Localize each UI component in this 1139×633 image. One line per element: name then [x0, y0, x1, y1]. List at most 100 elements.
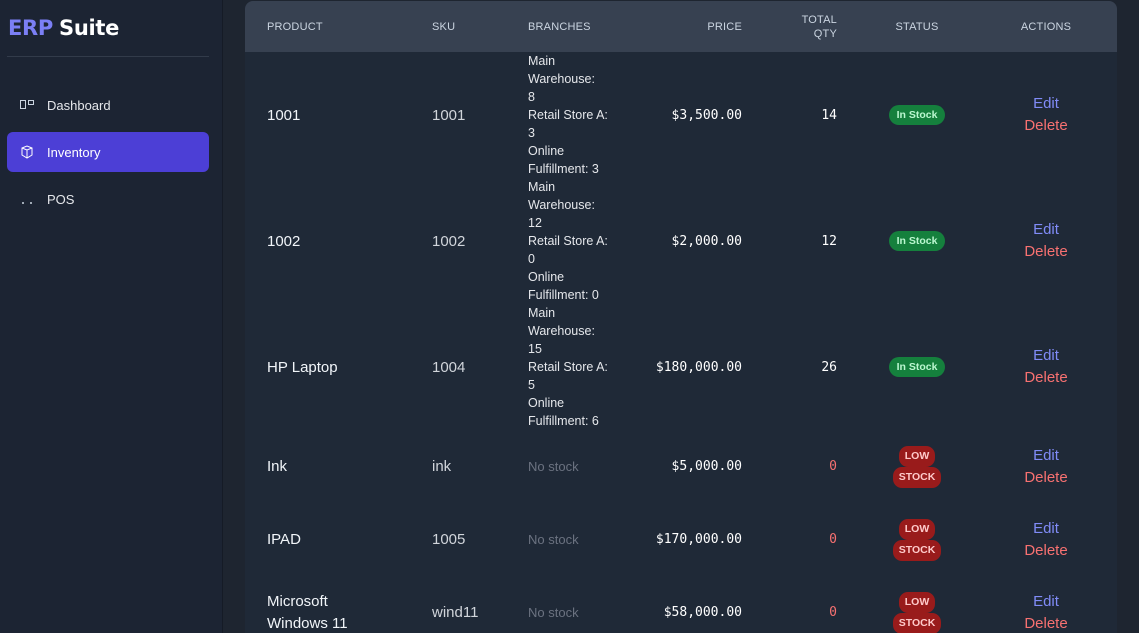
table-row: 1002 1002 Main Warehouse: 12 Retail Stor… — [245, 178, 1117, 304]
cell-actions: Edit Delete — [975, 430, 1117, 503]
header-branches[interactable]: BRANCHES — [506, 1, 646, 52]
delete-button[interactable]: Delete — [1024, 540, 1067, 562]
sidebar-item-label: POS — [47, 191, 75, 207]
table-row: Ink ink No stock $5,000.00 0 LOW STOCK E… — [245, 430, 1117, 503]
edit-button[interactable]: Edit — [1033, 219, 1059, 241]
header-status[interactable]: STATUS — [859, 1, 975, 52]
cell-product: 1001 — [267, 106, 301, 124]
edit-button[interactable]: Edit — [1033, 591, 1059, 613]
cell-total-qty: 26 — [821, 359, 837, 375]
cell-sku: 1005 — [432, 531, 466, 548]
sidebar-nav: Dashboard Inventory POS — [7, 85, 209, 219]
header-product[interactable]: PRODUCT — [245, 1, 410, 52]
branch-line: Online — [528, 396, 565, 410]
branch-line: Main Warehouse: — [528, 54, 595, 86]
cell-status: LOW STOCK — [859, 503, 975, 576]
cell-price: $2,000.00 — [671, 233, 742, 249]
box-icon — [19, 144, 35, 160]
cell-product: Ink — [267, 458, 288, 475]
edit-button[interactable]: Edit — [1033, 345, 1059, 367]
status-badge: LOW STOCK — [891, 591, 943, 633]
status-line1: LOW — [898, 445, 936, 467]
cell-total-qty: 12 — [821, 233, 837, 249]
status-line1: LOW — [898, 518, 936, 540]
branch-line: 15 — [528, 342, 542, 356]
cell-price: $5,000.00 — [671, 459, 742, 474]
table-row: IPAD 1005 No stock $170,000.00 0 LOW STO… — [245, 503, 1117, 576]
cell-sku: ink — [432, 458, 452, 475]
status-line2: STOCK — [892, 466, 942, 488]
sidebar-item-dashboard[interactable]: Dashboard — [7, 85, 209, 125]
delete-button[interactable]: Delete — [1024, 241, 1067, 263]
branch-line: Main Warehouse: — [528, 180, 595, 212]
cell-status: LOW STOCK — [859, 430, 975, 503]
cell-status: In Stock — [859, 52, 975, 178]
branch-line: 12 — [528, 216, 542, 230]
cell-branches: No stock — [506, 430, 646, 503]
header-sku[interactable]: SKU — [410, 1, 506, 52]
cell-actions: Edit Delete — [975, 52, 1117, 178]
status-badge: LOW STOCK — [891, 518, 943, 561]
cell-price: $170,000.00 — [655, 532, 742, 547]
header-total-qty[interactable]: TOTAL QTY — [764, 1, 859, 52]
sidebar-item-pos[interactable]: POS — [7, 179, 209, 219]
header-total-qty-line2: QTY — [813, 27, 837, 40]
cell-sku: 1002 — [432, 232, 466, 250]
edit-button[interactable]: Edit — [1033, 518, 1059, 540]
header-total-qty-line1: TOTAL — [801, 13, 837, 26]
branch-line: Online — [528, 144, 565, 158]
cell-status: In Stock — [859, 304, 975, 430]
cell-status: In Stock — [859, 178, 975, 304]
cell-actions: Edit Delete — [975, 503, 1117, 576]
cell-price: $3,500.00 — [671, 107, 742, 123]
branch-line: Fulfillment: 0 — [528, 288, 599, 302]
cell-branches: No stock — [506, 576, 646, 633]
cell-branches: Main Warehouse: 15 Retail Store A: 5 Onl… — [506, 304, 646, 430]
no-stock-text: No stock — [528, 458, 579, 474]
header-price[interactable]: PRICE — [646, 1, 764, 52]
delete-button[interactable]: Delete — [1024, 367, 1067, 389]
product-line1: Microsoft — [267, 592, 328, 610]
cell-product: HP Laptop — [267, 358, 338, 376]
cell-branches: No stock — [506, 503, 646, 576]
cell-product: Microsoft Windows 11 — [245, 576, 410, 633]
delete-button[interactable]: Delete — [1024, 613, 1067, 633]
brand-part1: ERP — [8, 16, 54, 40]
branch-line: Fulfillment: 3 — [528, 162, 599, 176]
pos-icon — [19, 191, 35, 207]
cell-total-qty: 14 — [821, 107, 837, 123]
cell-status: LOW STOCK — [859, 576, 975, 633]
cell-product: IPAD — [267, 531, 301, 548]
status-line2: STOCK — [892, 612, 942, 633]
cell-total-qty: 0 — [829, 459, 837, 474]
cell-price: $58,000.00 — [663, 605, 742, 620]
delete-button[interactable]: Delete — [1024, 467, 1067, 489]
sidebar-item-inventory[interactable]: Inventory — [7, 132, 209, 172]
cell-product: 1002 — [267, 232, 301, 250]
cell-sku: wind11 — [432, 604, 479, 621]
delete-button[interactable]: Delete — [1024, 115, 1067, 137]
table-header-row: PRODUCT SKU BRANCHES PRICE TOTAL QTY STA… — [245, 1, 1117, 52]
status-badge: In Stock — [888, 357, 946, 377]
status-line2: STOCK — [892, 539, 942, 561]
table-row: 1001 1001 Main Warehouse: 8 Retail Store… — [245, 52, 1117, 178]
status-badge: In Stock — [888, 231, 946, 251]
cell-actions: Edit Delete — [975, 576, 1117, 633]
sidebar-item-label: Inventory — [47, 144, 101, 160]
branch-line: Retail Store A: 3 — [528, 108, 608, 140]
cell-actions: Edit Delete — [975, 304, 1117, 430]
cell-total-qty: 0 — [829, 605, 837, 620]
dashboard-icon — [19, 97, 35, 113]
table-row: Microsoft Windows 11 wind11 No stock $58… — [245, 576, 1117, 633]
no-stock-text: No stock — [528, 604, 579, 620]
table-row: HP Laptop 1004 Main Warehouse: 15 Retail… — [245, 304, 1117, 430]
edit-button[interactable]: Edit — [1033, 93, 1059, 115]
edit-button[interactable]: Edit — [1033, 445, 1059, 467]
cell-total-qty: 0 — [829, 532, 837, 547]
branch-line: Online — [528, 270, 565, 284]
product-line2: Windows 11 — [267, 614, 348, 632]
inventory-table-card: PRODUCT SKU BRANCHES PRICE TOTAL QTY STA… — [245, 1, 1117, 633]
branch-line: 8 — [528, 90, 535, 104]
cell-sku: 1001 — [432, 106, 466, 124]
cell-actions: Edit Delete — [975, 178, 1117, 304]
